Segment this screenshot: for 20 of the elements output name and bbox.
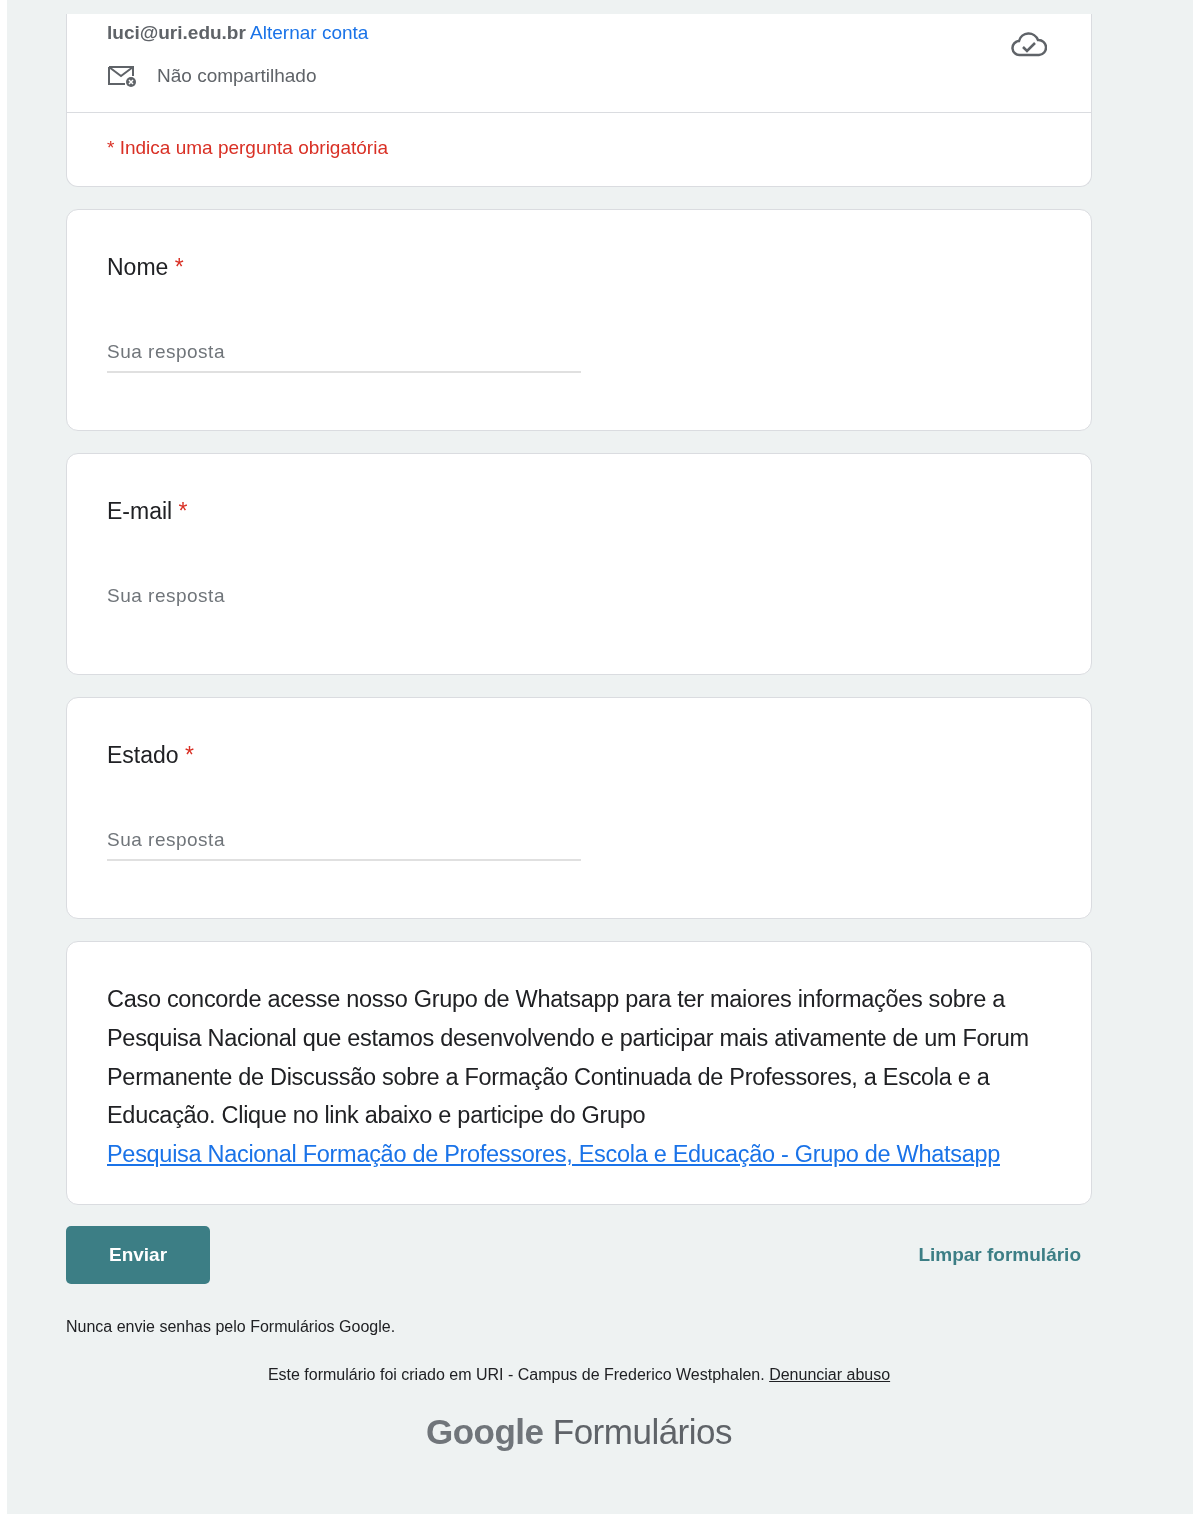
question-label: E-mail: [107, 498, 173, 524]
whatsapp-group-link[interactable]: Pesquisa Nacional Formação de Professores, Escola e Educação - Grupo de Whatsapp: [107, 1135, 1051, 1174]
clear-form-link[interactable]: Limpar formulário: [918, 1244, 1081, 1266]
question-label: Nome: [107, 254, 169, 280]
mail-blocked-icon: [107, 64, 139, 88]
required-note: * Indica uma pergunta obrigatória: [106, 136, 389, 160]
brand-logo: Google Formulários: [424, 1412, 733, 1452]
info-paragraph: Caso concorde acesse nosso Grupo de Whatsapp para ter maiores informações sobre a Pesquisa Nacional que estamos desenvolvendo e participar mais ativamente de um Forum Permanente de Discussão sobre a Formação Continuada de Professores, a Escola e a Educação. Clique no link abaixo e participe do Grupo Pesquisa Nacional Formação de Professores, Escola e Educação - Grupo de Whatsapp: [107, 980, 1051, 1174]
report-abuse-link[interactable]: Denunciar abuso: [769, 1366, 891, 1383]
required-mark: *: [185, 742, 194, 768]
account-email: luci@uri.edu.br: [107, 22, 246, 43]
form-origin-text: Este formulário foi criado em URI - Campus de Frederico Westphalen.: [267, 1366, 765, 1383]
sharing-status: Não compartilhado: [157, 65, 317, 87]
required-mark: *: [174, 254, 184, 280]
submit-button[interactable]: Enviar: [66, 1226, 210, 1284]
required-mark: *: [178, 498, 188, 524]
question-label: Estado: [107, 742, 179, 768]
cloud-saved-icon: [1011, 30, 1047, 58]
password-warning: Nunca envie senhas pelo Formulários Google.: [66, 1318, 397, 1336]
switch-account-link[interactable]: Alternar conta: [250, 22, 369, 43]
